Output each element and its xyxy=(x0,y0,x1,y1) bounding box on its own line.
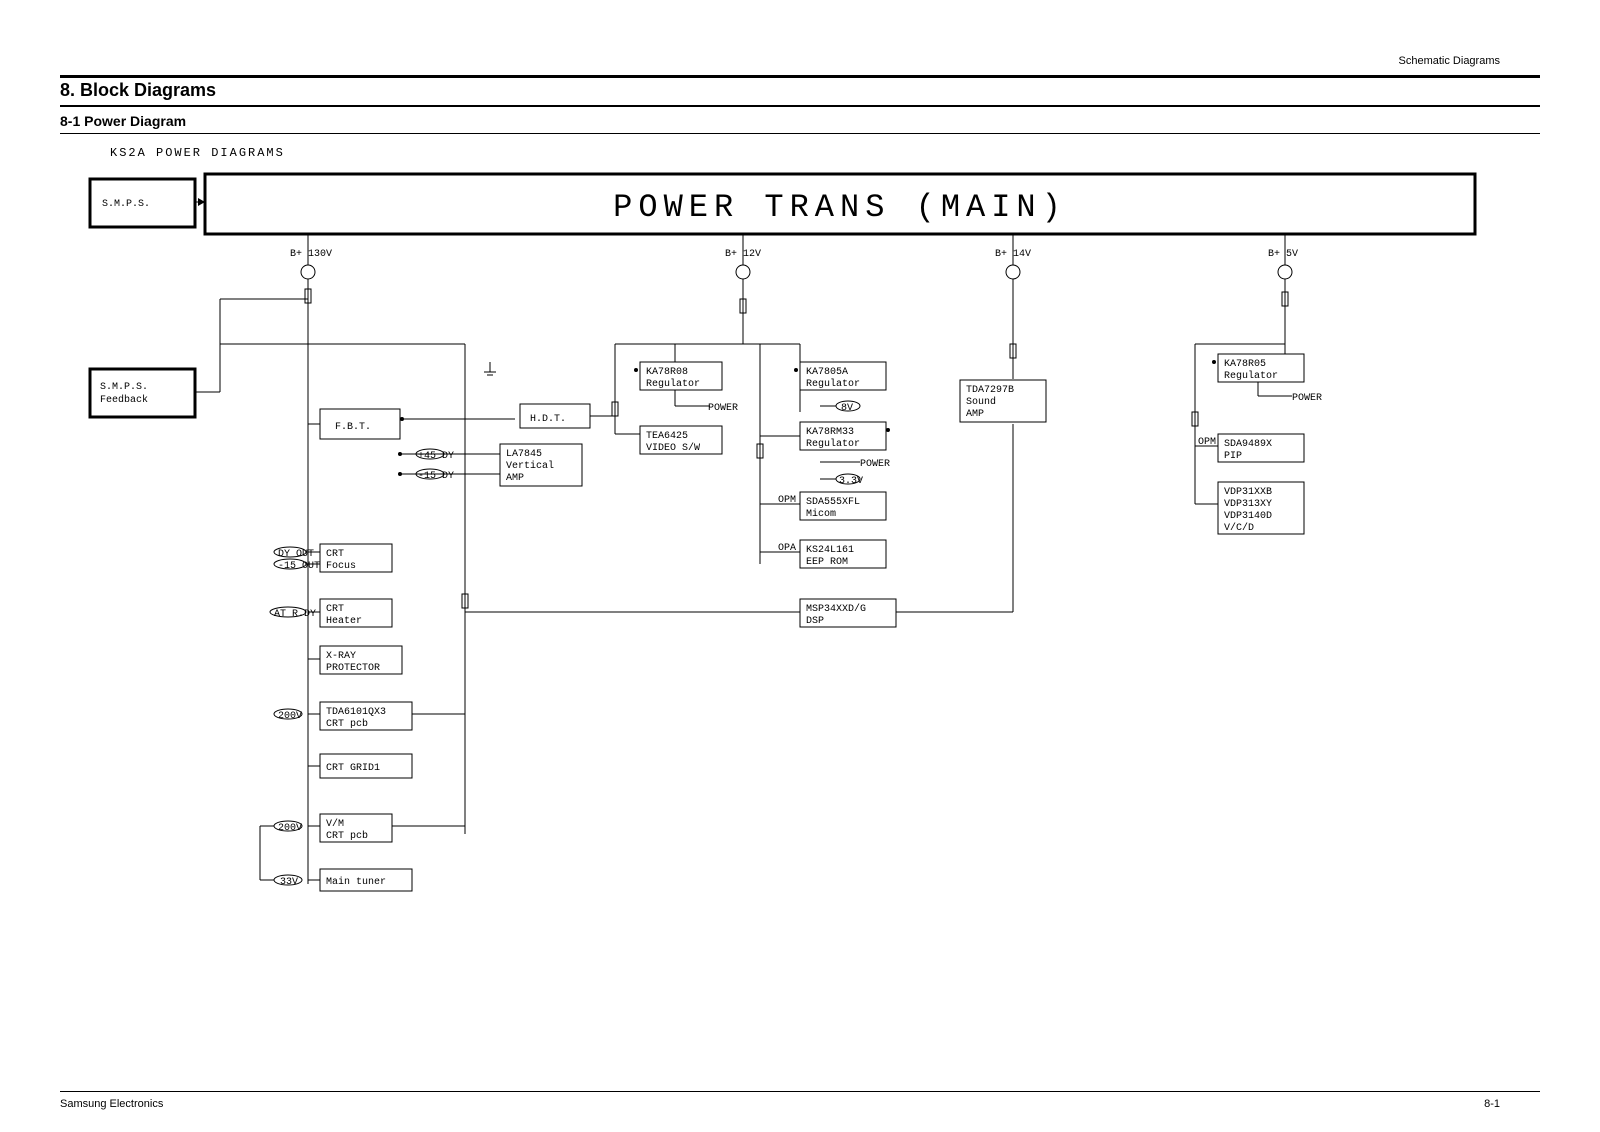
tag-vm: 200V xyxy=(278,823,302,834)
rail-130v-label: B+ 130V xyxy=(290,249,332,260)
crt-grid1-label: CRT GRID1 xyxy=(326,763,380,774)
vm-l1: V/M xyxy=(326,818,344,830)
vdp-l3: VDP3140D xyxy=(1224,511,1272,522)
ka7805a-l2: Regulator xyxy=(806,378,860,390)
ka78r05-l1: KA78R05 xyxy=(1224,359,1266,370)
tag-power-b: POWER xyxy=(860,459,890,470)
vm-l2: CRT pcb xyxy=(326,830,368,842)
footer-right: 8-1 xyxy=(1484,1098,1500,1110)
tea6425-l1: TEA6425 xyxy=(646,431,688,442)
footer-rule xyxy=(60,1091,1540,1092)
ka78r08-l1: KA78R08 xyxy=(646,367,688,378)
tda6101-l2: CRT pcb xyxy=(326,718,368,730)
ka78r05-l2: Regulator xyxy=(1224,370,1278,382)
hdt-label: H.D.T. xyxy=(530,414,566,425)
smps-feedback-line2: Feedback xyxy=(100,394,148,406)
crt-heater-l2: Heater xyxy=(326,616,362,627)
ka78rm33-l2: Regulator xyxy=(806,438,860,450)
crt-focus-l1: CRT xyxy=(326,549,344,560)
tea6425-l2: VIDEO S/W xyxy=(646,442,700,454)
power-trans-title: POWER TRANS (MAIN) xyxy=(613,189,1067,226)
tag-45dy: +45 DY xyxy=(418,451,454,462)
la7845-l2: Vertical xyxy=(506,460,554,472)
sda9489x-l2: PIP xyxy=(1224,451,1242,462)
sda555xfl-l1: SDA555XFL xyxy=(806,497,860,508)
rule-thin xyxy=(60,133,1540,134)
tag-tuner: 33V xyxy=(280,877,298,888)
rule-mid xyxy=(60,105,1540,107)
tag-3p3: 3.3V xyxy=(839,476,863,487)
ks24l161-l1: KS24L161 xyxy=(806,545,854,556)
footer-left: Samsung Electronics xyxy=(60,1098,163,1110)
tag-8v: 8V xyxy=(841,403,853,414)
msp34-l2: DSP xyxy=(806,616,824,627)
xray-l2: PROTECTOR xyxy=(326,663,380,674)
msp34-l1: MSP34XXD/G xyxy=(806,603,866,615)
tag-focus-a: DY OUT xyxy=(278,549,314,560)
tag-opm-a: OPM xyxy=(778,495,796,506)
crt-focus-l2: Focus xyxy=(326,561,356,572)
tag-opm-b: OPM xyxy=(1198,437,1216,448)
tda6101-l1: TDA6101QX3 xyxy=(326,707,386,718)
diagram-caption: KS2A POWER DIAGRAMS xyxy=(110,146,285,160)
ka78rm33-l1: KA78RM33 xyxy=(806,427,854,438)
vdp-l4: V/C/D xyxy=(1224,522,1254,534)
tag-focus-b: -15 OUT xyxy=(278,561,320,572)
ka7805a-l1: KA7805A xyxy=(806,367,848,378)
tag-power-a: POWER xyxy=(708,403,738,414)
tda7297b-l2: Sound xyxy=(966,396,996,408)
subsection-title: 8-1 Power Diagram xyxy=(60,113,1540,133)
doc-section-label: Schematic Diagrams xyxy=(1399,55,1500,67)
sda9489x-l1: SDA9489X xyxy=(1224,439,1272,450)
rail-5v-label: B+ 5V xyxy=(1268,249,1298,260)
sda555xfl-l2: Micom xyxy=(806,508,836,520)
la7845-l1: LA7845 xyxy=(506,449,542,460)
smps-label: S.M.P.S. xyxy=(102,199,150,210)
power-diagram-svg: POWER TRANS (MAIN) S.M.P.S. S.M.P.S. Fee… xyxy=(60,144,1540,1004)
ks24l161-l2: EEP ROM xyxy=(806,557,848,568)
smps-feedback-line1: S.M.P.S. xyxy=(100,382,148,393)
tag-opa: OPA xyxy=(778,543,796,554)
fbt-label: F.B.T. xyxy=(335,422,371,433)
xray-l1: X-RAY xyxy=(326,651,356,662)
tag-power-c: POWER xyxy=(1292,393,1322,404)
vdp-l2: VDP313XY xyxy=(1224,499,1272,510)
tda7297b-l3: AMP xyxy=(966,409,984,420)
ka78r08-l2: Regulator xyxy=(646,378,700,390)
vdp-l1: VDP31XXB xyxy=(1224,487,1272,498)
tag-tda6101: 200V xyxy=(278,711,302,722)
diagram-container: KS2A POWER DIAGRAMS POWER TRANS (MAIN) S… xyxy=(60,144,1540,1004)
tda7297b-l1: TDA7297B xyxy=(966,385,1014,396)
tag-15dy: -15 DY xyxy=(418,471,454,482)
tag-heater: AT R.DY xyxy=(274,609,316,620)
main-tuner-label: Main tuner xyxy=(326,876,386,888)
la7845-l3: AMP xyxy=(506,473,524,484)
section-title: 8. Block Diagrams xyxy=(60,78,1540,105)
smps-feedback-box xyxy=(90,369,195,417)
crt-heater-l1: CRT xyxy=(326,604,344,615)
